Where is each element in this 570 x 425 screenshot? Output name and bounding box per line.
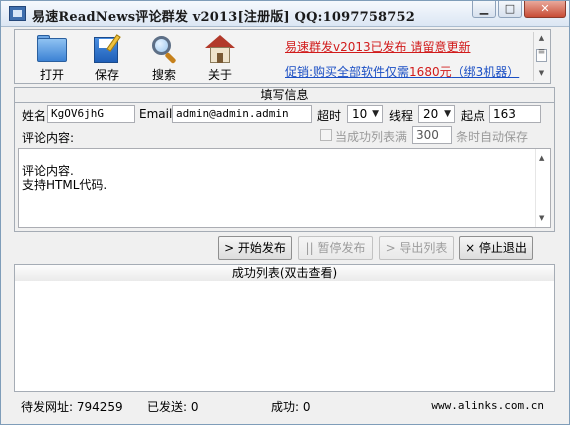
scroll-up-icon[interactable]: ▲ [536,34,547,42]
autosave-prefix: 当成功列表满 [335,130,408,144]
export-list-button[interactable]: > 导出列表 [379,236,454,260]
comment-text: 评论内容. 支持HTML代码. [22,164,108,192]
sent-value: 0 [190,400,199,414]
close-button[interactable]: ✕ [524,1,566,18]
search-label: 搜索 [151,68,176,82]
success-status: 成功: 0 [271,398,311,415]
email-input[interactable]: admin@admin.admin [172,105,312,123]
folder-icon [35,34,69,64]
comment-scrollbar[interactable]: ▲ ▼ [535,149,550,227]
about-label: 关于 [207,68,232,82]
email-label: Email [139,107,173,121]
autosave-count-input[interactable]: 300 [412,126,452,144]
timeout-value: 10 [352,107,368,121]
start-point-input[interactable]: 163 [489,105,541,123]
timeout-select[interactable]: 10 ▼ [347,105,383,123]
promo-scrollbar[interactable]: ▲ ≡ ▼ [533,32,548,81]
scroll-up-icon[interactable]: ▲ [539,151,544,165]
scroll-down-icon[interactable]: ▼ [539,211,544,225]
stop-exit-button[interactable]: × 停止退出 [459,236,533,260]
pending-label: 待发网址: [21,400,74,414]
scroll-down-icon[interactable]: ▼ [536,69,547,77]
threads-select[interactable]: 20 ▼ [418,105,455,123]
pending-value: 794259 [76,400,123,414]
window-controls: ▁ □ ✕ [472,1,566,18]
start-publish-button[interactable]: > 开始发布 [218,236,292,260]
search-button[interactable]: 搜索 [139,34,189,83]
save-label: 保存 [94,68,119,82]
about-button[interactable]: 关于 [195,34,245,83]
sent-label: 已发送: [147,400,188,414]
sent-status: 已发送: 0 [147,398,199,415]
window-title: 易速ReadNews评论群发 v2013[注册版] QQ:1097758752 [32,10,416,25]
open-button[interactable]: 打开 [27,34,77,83]
promotion-link[interactable]: 促销:购买全部软件仅需1680元（绑3机器） [285,63,530,80]
minimize-button[interactable]: ▁ [472,1,496,18]
autosave-suffix: 条时自动保存 [456,130,529,144]
promo-price: 1680元 [409,65,452,79]
success-label: 成功: [271,400,300,414]
promo-prefix: 促销:购买全部软件仅需 [285,65,410,79]
comment-label: 评论内容: [22,131,75,145]
success-list-header[interactable]: 成功列表(双击查看) [14,264,555,282]
promo-suffix: （绑3机器） [451,65,520,79]
timeout-dropdown-icon: ▼ [372,109,379,119]
form-panel: 姓名 KgOV6jhG Email admin@admin.admin 超时 1… [14,102,555,232]
title-bar[interactable]: 易速ReadNews评论群发 v2013[注册版] QQ:1097758752 … [1,1,569,27]
toolbar: 打开 保存 搜索 关于 易速群发v2013已发布 请留意更新 促销:购买全部软件… [14,29,551,84]
main-window: 易速ReadNews评论群发 v2013[注册版] QQ:1097758752 … [0,0,570,425]
maximize-button[interactable]: □ [498,1,522,18]
home-icon [203,34,237,64]
open-label: 打开 [39,68,64,82]
threads-dropdown-icon: ▼ [444,109,451,119]
website-link[interactable]: www.alinks.com.cn [431,399,544,412]
name-label: 姓名 [22,109,47,123]
save-icon [90,34,124,64]
timeout-label: 超时 [317,109,342,123]
scroll-thumb[interactable]: ≡ [536,48,547,62]
start-point-label: 起点 [461,109,486,123]
comment-textarea[interactable]: 评论内容. 支持HTML代码. ▲ ▼ [18,148,551,228]
name-input[interactable]: KgOV6jhG [47,105,135,123]
app-icon [9,6,26,21]
threads-label: 线程 [389,109,414,123]
pending-urls-status: 待发网址: 794259 [21,398,123,415]
update-notice-link[interactable]: 易速群发v2013已发布 请留意更新 [285,38,530,55]
autosave-checkbox[interactable] [320,129,332,141]
success-list[interactable] [14,281,555,392]
search-icon [147,34,181,65]
success-value: 0 [302,400,311,414]
save-button[interactable]: 保存 [82,34,132,83]
form-section-title: 填写信息 [14,87,555,103]
pause-publish-button[interactable]: || 暂停发布 [298,236,373,260]
promo-panel: 易速群发v2013已发布 请留意更新 促销:购买全部软件仅需1680元（绑3机器… [285,38,530,80]
threads-value: 20 [423,107,439,121]
